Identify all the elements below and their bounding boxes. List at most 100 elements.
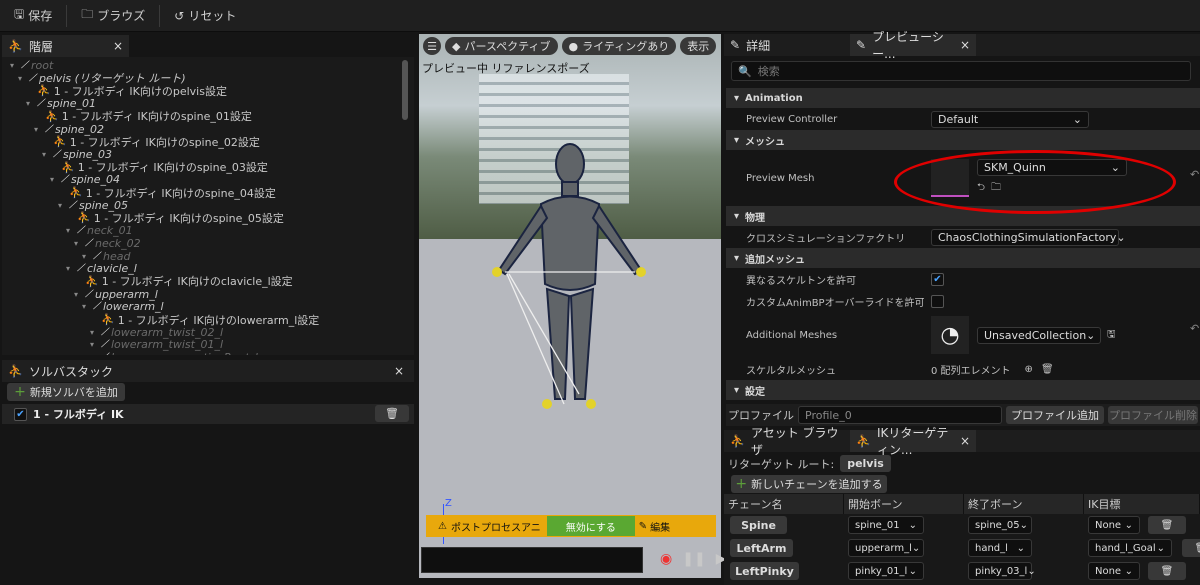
reset-arrow-icon[interactable]: ↶ [1190, 168, 1199, 181]
ik-goal-dropdown[interactable]: None ⌄ [1088, 516, 1140, 534]
tab-preview-scene[interactable]: ✎ プレビューシー... × [850, 30, 976, 61]
tree-goal-row[interactable]: ⛹ 1 - フルボディ IK向けのspine_05設定 [66, 211, 284, 225]
header-start-bone[interactable]: 開始ボーン [844, 494, 964, 514]
tab-asset-browser[interactable]: ⛹ アセット ブラウザ [724, 426, 850, 457]
chevron-down-icon[interactable]: ▾ [18, 74, 26, 83]
start-bone-dropdown[interactable]: pinky_01_l ⌄ [848, 562, 924, 580]
add-profile-button[interactable]: プロファイル追加 [1006, 406, 1104, 424]
delete-chain-button[interactable]: 🗑 [1148, 562, 1186, 580]
record-icon[interactable]: ◉ [660, 551, 672, 567]
chevron-down-icon[interactable]: ▾ [10, 61, 18, 70]
menu-button[interactable]: ☰ [423, 37, 441, 55]
chevron-down-icon[interactable]: ▾ [90, 340, 98, 349]
ik-goal-dropdown[interactable]: None ⌄ [1088, 562, 1140, 580]
preview-controller-dropdown[interactable]: Default ⌄ [931, 110, 1089, 128]
chevron-down-icon[interactable]: ▾ [58, 201, 66, 210]
lighting-button[interactable]: ● ライティングあり [561, 37, 677, 55]
add-element-icon[interactable]: ⊕ [1025, 364, 1033, 375]
delete-chain-button[interactable]: 🗑 [1182, 539, 1200, 557]
tab-solver-stack[interactable]: ⛹ ソルバスタック × [2, 360, 414, 382]
chevron-down-icon[interactable]: ▾ [66, 226, 74, 235]
retarget-root-dropdown[interactable]: pelvis [840, 455, 891, 472]
disable-button[interactable]: 無効にする [546, 516, 635, 536]
chevron-down-icon[interactable]: ▾ [90, 328, 98, 337]
tree-goal-row[interactable]: ⛹ 1 - フルボディ IK向けのclavicle_l設定 [74, 275, 293, 289]
delete-profile-button[interactable]: プロファイル削除 [1108, 406, 1198, 424]
add-chain-button[interactable]: + 新しいチェーンを追加する [731, 475, 887, 493]
close-icon[interactable]: × [394, 364, 404, 378]
edit-button[interactable]: ✎ 編集 [639, 519, 670, 534]
tab-ik-retargeting[interactable]: ⛹ IKリターゲティン... × [850, 426, 976, 457]
timeline-area[interactable] [421, 547, 643, 573]
tree-goal-row[interactable]: ⛹ 1 - フルボディ IK向けのspine_02設定 [42, 135, 260, 149]
tree-bone-row[interactable]: ▾ ⟋ head [82, 250, 130, 263]
start-bone-dropdown[interactable]: upperarm_l ⌄ [848, 539, 924, 557]
tree-goal-row[interactable]: ⛹ 1 - フルボディ IK向けのspine_03設定 [50, 161, 268, 175]
chevron-down-icon[interactable]: ▾ [90, 353, 98, 355]
end-bone-dropdown[interactable]: pinky_03_l ⌄ [968, 562, 1036, 580]
close-icon[interactable]: × [113, 39, 123, 53]
perspective-button[interactable]: ◆ パースペクティブ [445, 37, 558, 55]
chain-name-field[interactable]: LeftPinky [730, 562, 799, 580]
delete-solver-button[interactable]: 🗑 [375, 405, 409, 422]
pause-icon[interactable]: ❚❚ [682, 551, 705, 567]
close-icon[interactable]: × [960, 434, 970, 448]
chevron-down-icon[interactable]: ▾ [34, 125, 42, 134]
reset-button[interactable]: ↺ リセット [168, 3, 242, 29]
profile-dropdown[interactable]: Profile_0 [798, 406, 1002, 424]
end-bone-dropdown[interactable]: hand_l ⌄ [968, 539, 1032, 557]
tree-bone-row[interactable]: ▾ ⟋ neck_01 [66, 224, 133, 237]
cloth-factory-dropdown[interactable]: ChaosClothingSimulationFactory ⌄ [931, 228, 1126, 246]
allow-skeleton-checkbox[interactable]: ✔ [931, 272, 944, 286]
section-animation[interactable]: ▾ Animation [726, 88, 1200, 108]
chevron-down-icon[interactable]: ▾ [74, 290, 82, 299]
close-icon[interactable]: × [960, 38, 970, 52]
section-additional-mesh[interactable]: ▾ 追加メッシュ [726, 248, 1200, 268]
tree-goal-row[interactable]: ⛹ 1 - フルボディ IK向けのlowerarm_l設定 [90, 313, 319, 327]
tab-hierarchy[interactable]: ⛹ 階層 × [2, 35, 129, 57]
show-button[interactable]: 表示 [680, 37, 717, 55]
ik-goal-dropdown[interactable]: hand_l_Goal ⌄ [1088, 539, 1172, 557]
viewport[interactable]: Z [419, 34, 721, 578]
header-chain-name[interactable]: チェーン名 [724, 494, 844, 514]
chevron-down-icon[interactable]: ▾ [66, 264, 74, 273]
tree-goal-row[interactable]: ⛹ 1 - フルボディ IK向けのspine_04設定 [58, 186, 276, 200]
end-bone-dropdown[interactable]: spine_05 ⌄ [968, 516, 1032, 534]
tree-bone-row[interactable]: ▾ ⟋ lowerarm_twist_01_l [90, 338, 223, 351]
solver-item[interactable]: ✔ 1 - フルボディ IK [2, 404, 414, 424]
tree-goal-row[interactable]: ⛹ 1 - フルボディ IK向けのpelvis設定 [26, 84, 227, 98]
tree-scrollbar[interactable] [402, 60, 408, 120]
delete-chain-button[interactable]: 🗑 [1148, 516, 1186, 534]
trash-icon[interactable]: 🗑 [1041, 364, 1054, 375]
chain-name-field[interactable]: LeftArm [730, 539, 793, 557]
chevron-down-icon[interactable]: ▾ [42, 150, 50, 159]
tree-bone-row[interactable]: ▾ ⟋ neck_02 [74, 237, 141, 250]
allow-animbp-checkbox[interactable] [931, 294, 944, 308]
section-mesh[interactable]: ▾ メッシュ [726, 130, 1200, 150]
details-search-input[interactable]: 🔍 検索 [731, 61, 1191, 81]
start-bone-dropdown[interactable]: spine_01 ⌄ [848, 516, 924, 534]
save-icon[interactable]: 🖫 [1107, 327, 1116, 344]
header-ik-goal[interactable]: IK目標 [1084, 494, 1200, 514]
chain-name-field[interactable]: Spine [730, 516, 787, 534]
save-button[interactable]: 🖫 保存 [8, 3, 58, 29]
tree-bone-row[interactable]: ▾ ⟋ lowerarm_twist_02_l [90, 326, 223, 339]
chevron-down-icon[interactable]: ▾ [82, 302, 90, 311]
chevron-down-icon[interactable]: ▾ [74, 239, 82, 248]
tab-details[interactable]: ✎ 詳細 [724, 34, 850, 56]
tree-bone-row[interactable]: ▾⟋lowerarm_correctiveRoot_l [90, 351, 258, 355]
hamburger-icon: ☰ [427, 39, 437, 53]
collection-dropdown[interactable]: UnsavedCollection ⌄ [977, 326, 1101, 344]
chevron-down-icon[interactable]: ▾ [50, 175, 58, 184]
chevron-down-icon[interactable]: ▾ [26, 99, 34, 108]
add-solver-button[interactable]: + 新規ソルバを追加 [7, 383, 125, 401]
tree-bone-row[interactable]: ▾ ⟋ upperarm_l [74, 288, 158, 301]
solver-enabled-checkbox[interactable]: ✔ [14, 407, 27, 421]
tree-goal-row[interactable]: ⛹ 1 - フルボディ IK向けのspine_01設定 [34, 110, 252, 124]
reset-arrow-icon[interactable]: ↶ [1190, 322, 1199, 335]
browse-button[interactable]: 🗀 ブラウズ [75, 3, 151, 29]
chevron-down-icon[interactable]: ▾ [82, 252, 90, 261]
section-settings[interactable]: ▾ 設定 [726, 380, 1200, 400]
pie-icon[interactable]: ◔ [931, 316, 969, 354]
header-end-bone[interactable]: 終了ボーン [964, 494, 1084, 514]
